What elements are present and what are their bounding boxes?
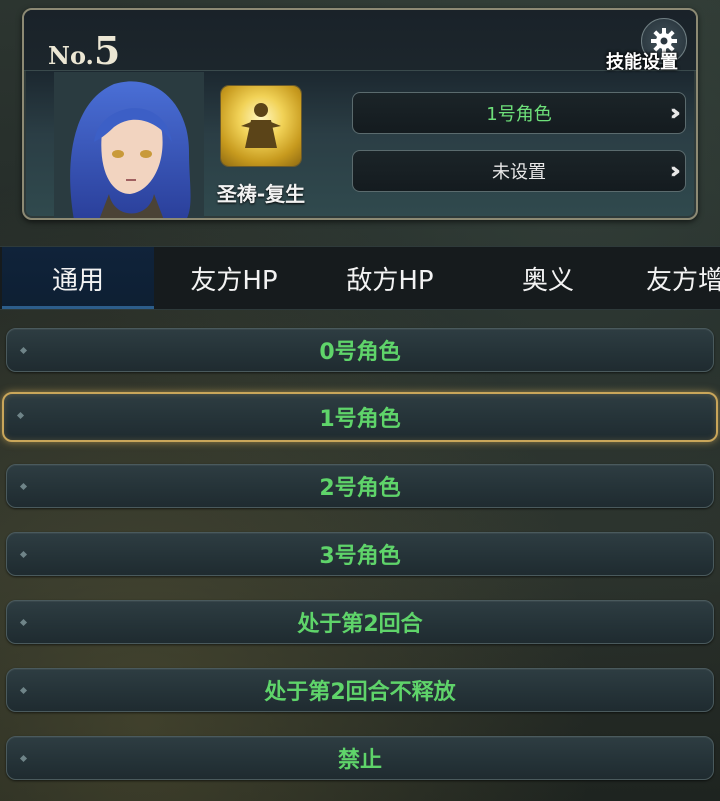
- character-portrait: [54, 72, 204, 218]
- option-character-3[interactable]: 3号角色: [6, 532, 714, 576]
- skill-name: 圣祷-复生: [216, 182, 306, 206]
- option-turn-2[interactable]: 处于第2回合: [6, 600, 714, 644]
- priest-figure-icon: [241, 103, 281, 148]
- skill-slot-2-label: 未设置: [492, 162, 546, 183]
- option-character-0[interactable]: 0号角色: [6, 328, 714, 372]
- tab-enemy-hp[interactable]: 敌方HP: [314, 247, 466, 309]
- triple-chevron-right-icon: ›››: [669, 101, 682, 126]
- tab-ally-hp[interactable]: 友方HP: [158, 247, 310, 309]
- skill-slot-1-label: 1号角色: [486, 104, 552, 125]
- card-header-band: [24, 10, 696, 71]
- category-tab-bar: 通用 友方HP 敌方HP 奥义 友方增: [0, 246, 720, 310]
- option-turn-2-no-cast[interactable]: 处于第2回合不释放: [6, 668, 714, 712]
- number-value: 5: [93, 28, 121, 73]
- triple-chevron-right-icon: ›››: [669, 159, 682, 184]
- skill-icon[interactable]: [221, 86, 301, 166]
- skill-settings-label[interactable]: 技能设置: [598, 48, 686, 74]
- number-prefix: No.: [48, 41, 94, 70]
- option-character-2[interactable]: 2号角色: [6, 464, 714, 508]
- tab-ultimate[interactable]: 奥义: [470, 247, 626, 309]
- option-disabled[interactable]: 禁止: [6, 736, 714, 780]
- character-card: No.5 圣祷-复生 1号角色 ››› 未设置 ›››: [22, 8, 698, 220]
- tab-ally-buff[interactable]: 友方增: [636, 247, 720, 309]
- character-number: No.5: [48, 28, 120, 73]
- skill-slot-1[interactable]: 1号角色 ›››: [352, 92, 686, 134]
- skill-slot-2[interactable]: 未设置 ›››: [352, 150, 686, 192]
- tab-general[interactable]: 通用: [2, 247, 154, 309]
- option-character-1[interactable]: 1号角色: [2, 392, 718, 442]
